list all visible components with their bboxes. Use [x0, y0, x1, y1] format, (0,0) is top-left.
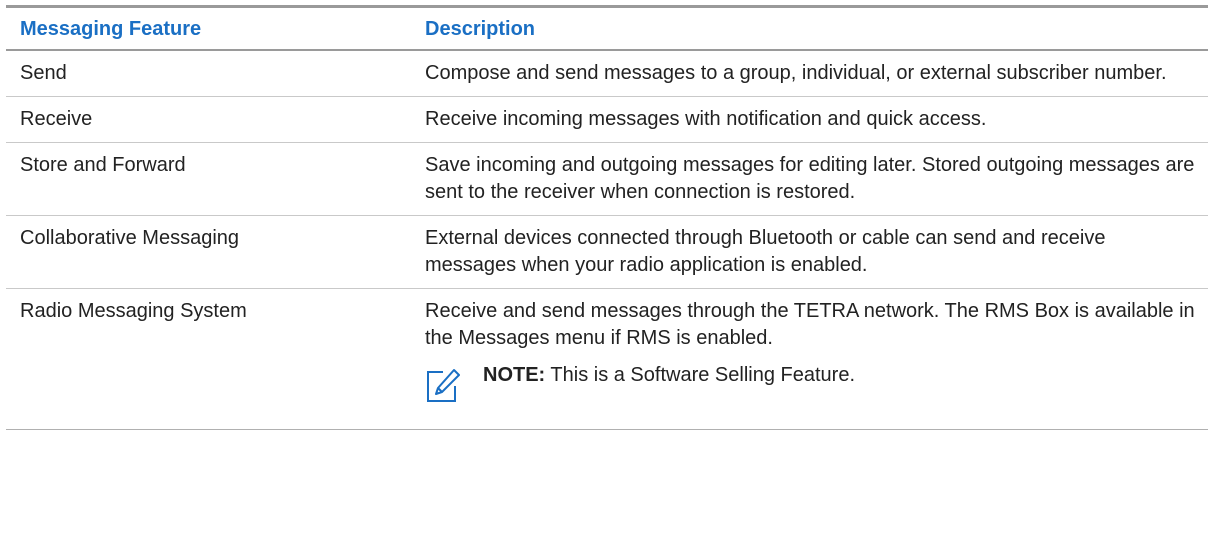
description-cell: Compose and send messages to a group, in…	[425, 62, 1167, 84]
description-cell: External devices connected through Bluet…	[425, 227, 1106, 276]
description-text: Receive and send messages through the TE…	[425, 300, 1195, 349]
feature-cell: Collaborative Messaging	[20, 227, 240, 249]
note-text: NOTE: This is a Software Selling Feature…	[483, 362, 855, 389]
table-row: Receive Receive incoming messages with n…	[6, 97, 1208, 143]
note-edit-icon	[425, 366, 463, 404]
table-row: Collaborative Messaging External devices…	[6, 216, 1208, 289]
messaging-features-table: Messaging Feature Description Send Compo…	[6, 5, 1208, 430]
note-label: NOTE:	[483, 364, 546, 386]
page: Messaging Feature Description Send Compo…	[0, 0, 1215, 541]
description-cell: Save incoming and outgoing messages for …	[425, 154, 1195, 203]
description-cell: Receive incoming messages with notificat…	[425, 108, 987, 130]
table-row: Send Compose and send messages to a grou…	[6, 50, 1208, 97]
note-body: This is a Software Selling Feature.	[545, 364, 855, 386]
table-row: Radio Messaging System Receive and send …	[6, 289, 1208, 430]
note-callout: NOTE: This is a Software Selling Feature…	[425, 362, 1200, 404]
description-cell: Receive and send messages through the TE…	[411, 289, 1208, 430]
feature-cell: Send	[20, 62, 67, 84]
table-row: Store and Forward Save incoming and outg…	[6, 143, 1208, 216]
feature-cell: Radio Messaging System	[20, 300, 247, 322]
header-messaging-feature: Messaging Feature	[20, 18, 202, 40]
header-description: Description	[425, 18, 536, 40]
feature-cell: Store and Forward	[20, 154, 186, 176]
table-header-row: Messaging Feature Description	[6, 6, 1208, 50]
feature-cell: Receive	[20, 108, 93, 130]
